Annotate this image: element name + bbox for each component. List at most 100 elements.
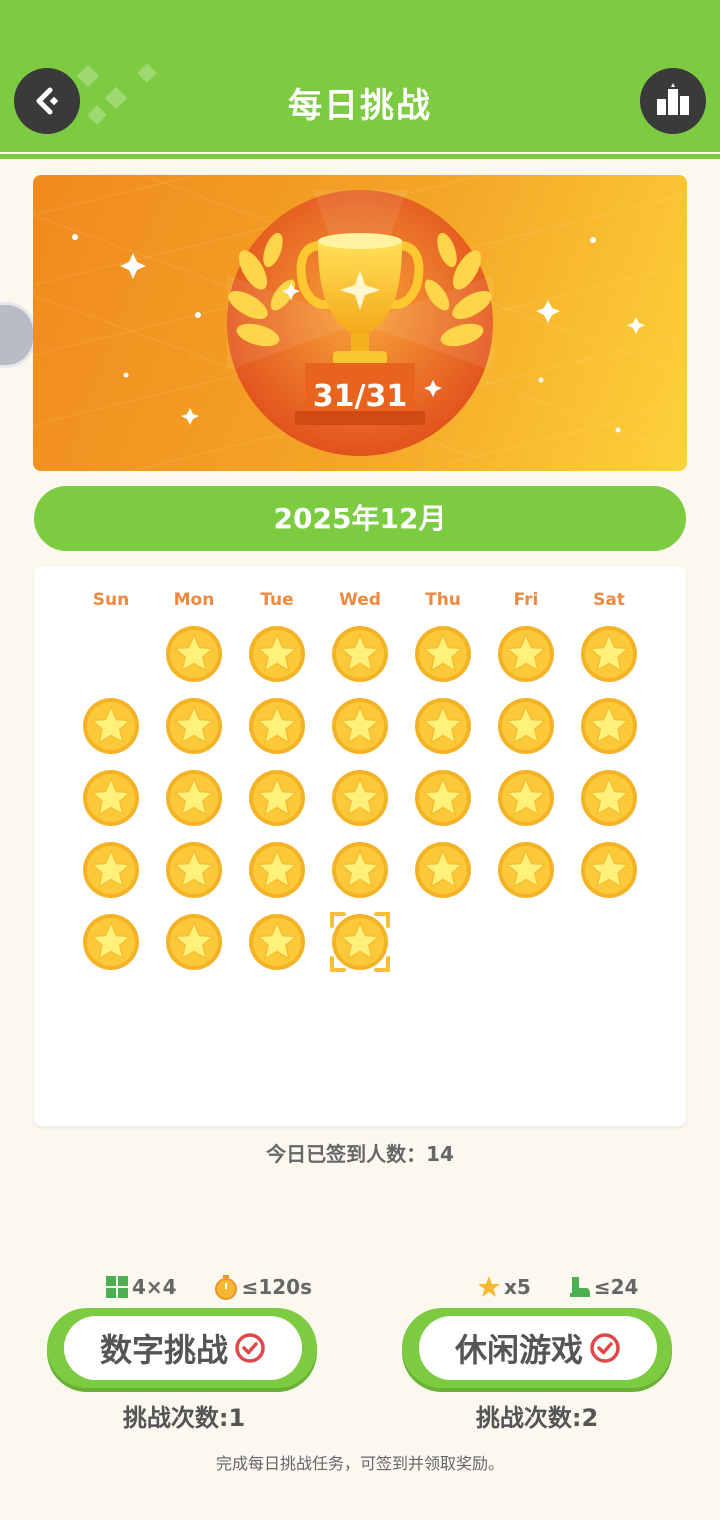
casual-game-button[interactable]: 休闲游戏 bbox=[402, 1308, 672, 1388]
check-circle-icon bbox=[590, 1333, 620, 1363]
star-coin-icon bbox=[332, 842, 388, 898]
weekday-fri: Fri bbox=[513, 590, 539, 610]
star-coin-icon bbox=[415, 698, 471, 754]
calendar-day-18[interactable] bbox=[413, 768, 473, 828]
progress-count: 31/31 bbox=[312, 379, 408, 414]
casual-game-count: 挑战次数:2 bbox=[475, 1404, 599, 1432]
calendar-day-5[interactable] bbox=[496, 624, 556, 684]
calendar-day-31[interactable] bbox=[330, 912, 390, 972]
number-challenge-count: 挑战次数:1 bbox=[122, 1404, 246, 1432]
star-coin-icon bbox=[166, 770, 222, 826]
star-coin-icon bbox=[249, 626, 305, 682]
calendar-day-20[interactable] bbox=[579, 768, 639, 828]
calendar-day-2[interactable] bbox=[247, 624, 307, 684]
star-coin-icon bbox=[83, 842, 139, 898]
side-float-tab[interactable] bbox=[0, 302, 36, 368]
calendar-day-19[interactable] bbox=[496, 768, 556, 828]
casual-game-title: 休闲游戏 bbox=[454, 1331, 583, 1369]
number-challenge-button[interactable]: 数字挑战 bbox=[47, 1308, 317, 1388]
star-coin-icon bbox=[498, 770, 554, 826]
star-coin-icon bbox=[83, 770, 139, 826]
achievement-banner bbox=[33, 175, 687, 471]
weekday-mon: Mon bbox=[173, 590, 215, 610]
calendar-day-1[interactable] bbox=[164, 624, 224, 684]
calendar-day-16[interactable] bbox=[247, 768, 307, 828]
calendar-day-23[interactable] bbox=[247, 840, 307, 900]
grid-icon bbox=[106, 1276, 128, 1298]
calendar-day-25[interactable] bbox=[413, 840, 473, 900]
check-circle-icon bbox=[235, 1333, 265, 1363]
star-count: x5 bbox=[477, 1275, 549, 1299]
calendar-day-27[interactable] bbox=[579, 840, 639, 900]
star-coin-icon bbox=[498, 698, 554, 754]
header-bar bbox=[0, 0, 720, 152]
footer-note: 完成每日挑战任务，可签到并领取奖励。 bbox=[215, 1454, 504, 1473]
calendar-day-9[interactable] bbox=[247, 696, 307, 756]
star-coin-icon bbox=[166, 698, 222, 754]
star-coin-icon bbox=[83, 698, 139, 754]
star-coin-icon bbox=[332, 626, 388, 682]
weekday-sat: Sat bbox=[593, 590, 625, 610]
star-coin-icon bbox=[249, 914, 305, 970]
leaderboard-icon bbox=[657, 83, 689, 115]
calendar-day-6[interactable] bbox=[579, 624, 639, 684]
star-coin-icon bbox=[415, 770, 471, 826]
star-icon bbox=[478, 1276, 500, 1297]
calendar-day-13[interactable] bbox=[579, 696, 639, 756]
star-coin-icon bbox=[581, 842, 637, 898]
star-coin-icon bbox=[581, 698, 637, 754]
star-coin-icon bbox=[332, 770, 388, 826]
back-button[interactable] bbox=[14, 68, 80, 134]
calendar-day-30[interactable] bbox=[247, 912, 307, 972]
calendar-day-21[interactable] bbox=[81, 840, 141, 900]
star-coin-icon bbox=[166, 626, 222, 682]
casual-game-inner: 休闲游戏 bbox=[419, 1316, 657, 1380]
star-coin-icon bbox=[83, 914, 139, 970]
calendar-day-14[interactable] bbox=[81, 768, 141, 828]
calendar-day-28[interactable] bbox=[81, 912, 141, 972]
calendar-day-7[interactable] bbox=[81, 696, 141, 756]
calendar-day-22[interactable] bbox=[164, 840, 224, 900]
star-coin-icon bbox=[166, 914, 222, 970]
calendar-day-8[interactable] bbox=[164, 696, 224, 756]
leaderboard-button[interactable] bbox=[640, 68, 706, 134]
star-coin-icon bbox=[415, 842, 471, 898]
weekday-tue: Tue bbox=[260, 590, 294, 610]
calendar-day-12[interactable] bbox=[496, 696, 556, 756]
star-count-label: x5 bbox=[504, 1275, 531, 1299]
weekday-thu: Thu bbox=[425, 590, 461, 610]
calendar-day-4[interactable] bbox=[413, 624, 473, 684]
grid-size-label: 4×4 bbox=[132, 1275, 177, 1299]
star-coin-icon bbox=[332, 698, 388, 754]
page-title: 每日挑战 bbox=[288, 86, 432, 126]
calendar-day-3[interactable] bbox=[330, 624, 390, 684]
time-limit-label: ≤120s bbox=[241, 1275, 313, 1299]
move-limit-label: ≤24 bbox=[593, 1275, 639, 1299]
month-label: 2025年12月 bbox=[34, 486, 686, 551]
trophy-illustration bbox=[33, 175, 687, 471]
calendar-day-17[interactable] bbox=[330, 768, 390, 828]
move-limit: ≤24 bbox=[567, 1275, 657, 1299]
star-coin-icon bbox=[166, 842, 222, 898]
star-coin-icon bbox=[330, 912, 390, 972]
back-arrow-icon bbox=[36, 87, 59, 115]
grid-size: 4×4 bbox=[105, 1275, 195, 1299]
calendar-day-15[interactable] bbox=[164, 768, 224, 828]
number-challenge-meta: 4×4 ≤120s bbox=[105, 1272, 348, 1302]
star-coin-icon bbox=[249, 770, 305, 826]
weekday-sun: Sun bbox=[92, 590, 130, 610]
today-signin-count: 今日已签到人数：14 bbox=[266, 1142, 454, 1166]
star-coin-icon bbox=[249, 698, 305, 754]
number-challenge-inner: 数字挑战 bbox=[64, 1316, 302, 1380]
calendar-day-11[interactable] bbox=[413, 696, 473, 756]
calendar-day-29[interactable] bbox=[164, 912, 224, 972]
calendar-day-10[interactable] bbox=[330, 696, 390, 756]
header-divider-line bbox=[0, 154, 720, 159]
star-coin-icon bbox=[498, 842, 554, 898]
stopwatch-icon bbox=[214, 1275, 237, 1300]
boot-icon bbox=[569, 1277, 590, 1297]
calendar-day-26[interactable] bbox=[496, 840, 556, 900]
calendar-day-24[interactable] bbox=[330, 840, 390, 900]
star-coin-icon bbox=[249, 842, 305, 898]
number-challenge-title: 数字挑战 bbox=[99, 1331, 228, 1369]
